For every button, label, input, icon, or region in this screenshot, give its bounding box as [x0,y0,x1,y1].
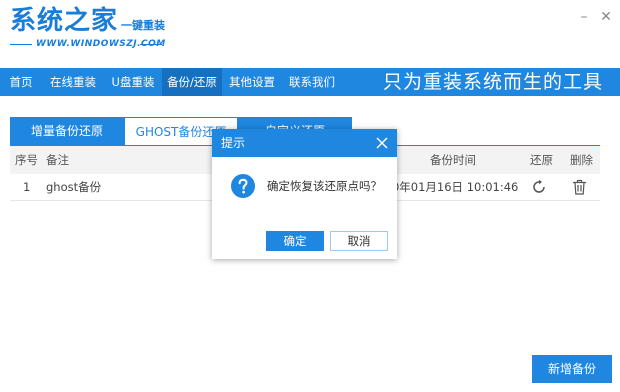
nav-slogan: 只为重装系统而生的工具 [383,71,604,93]
column-header-restore: 还原 [530,153,553,167]
tab-incremental-backup[interactable]: 增量备份还原 [10,117,124,146]
nav-item-backup-restore[interactable]: 备份/还原 [162,68,222,96]
row-index: 1 [23,180,31,194]
column-header-time: 备份时间 [430,153,476,167]
dialog-title: 提示 [221,136,246,150]
logo-divider [10,44,32,45]
dialog-message: 确定恢复该还原点吗？ [267,179,382,193]
window-close-button[interactable]: ✕ [598,9,614,25]
nav-item-other-settings[interactable]: 其他设置 [222,68,282,96]
minimize-button[interactable]: – [576,9,592,25]
refresh-icon[interactable] [531,179,547,195]
confirm-dialog: 提示 确定恢复该还原点吗？ 确定 取消 [212,129,397,259]
column-header-note: 备注 [46,153,69,167]
column-header-delete: 删除 [570,153,593,167]
nav-item-home[interactable]: 首页 [0,68,42,96]
column-header-index: 序号 [15,153,38,167]
cancel-button[interactable]: 取消 [330,231,388,251]
question-icon [231,174,255,198]
nav-item-online-reinstall[interactable]: 在线重装 [42,68,104,96]
nav-item-usb-reinstall[interactable]: U盘重装 [104,68,162,96]
logo-divider [140,44,162,45]
app-logo-text: 系统之家 [10,6,119,36]
confirm-button[interactable]: 确定 [266,231,324,251]
dialog-header: 提示 [212,129,397,157]
main-nav: 首页 在线重装 U盘重装 备份/还原 其他设置 联系我们 只为重装系统而生的工具 [0,68,620,96]
row-note: ghost备份 [46,180,102,194]
dialog-body: 确定恢复该还原点吗？ 确定 取消 [212,157,397,259]
close-icon[interactable] [375,136,389,150]
add-backup-button[interactable]: 新增备份 [532,355,612,383]
nav-item-contact-us[interactable]: 联系我们 [282,68,342,96]
trash-icon[interactable] [572,179,587,195]
app-logo-subtitle: 一键重装 [121,19,165,32]
title-bar: 系统之家 一键重装 WWW.WINDOWSZJ.COM – ✕ [0,0,620,68]
